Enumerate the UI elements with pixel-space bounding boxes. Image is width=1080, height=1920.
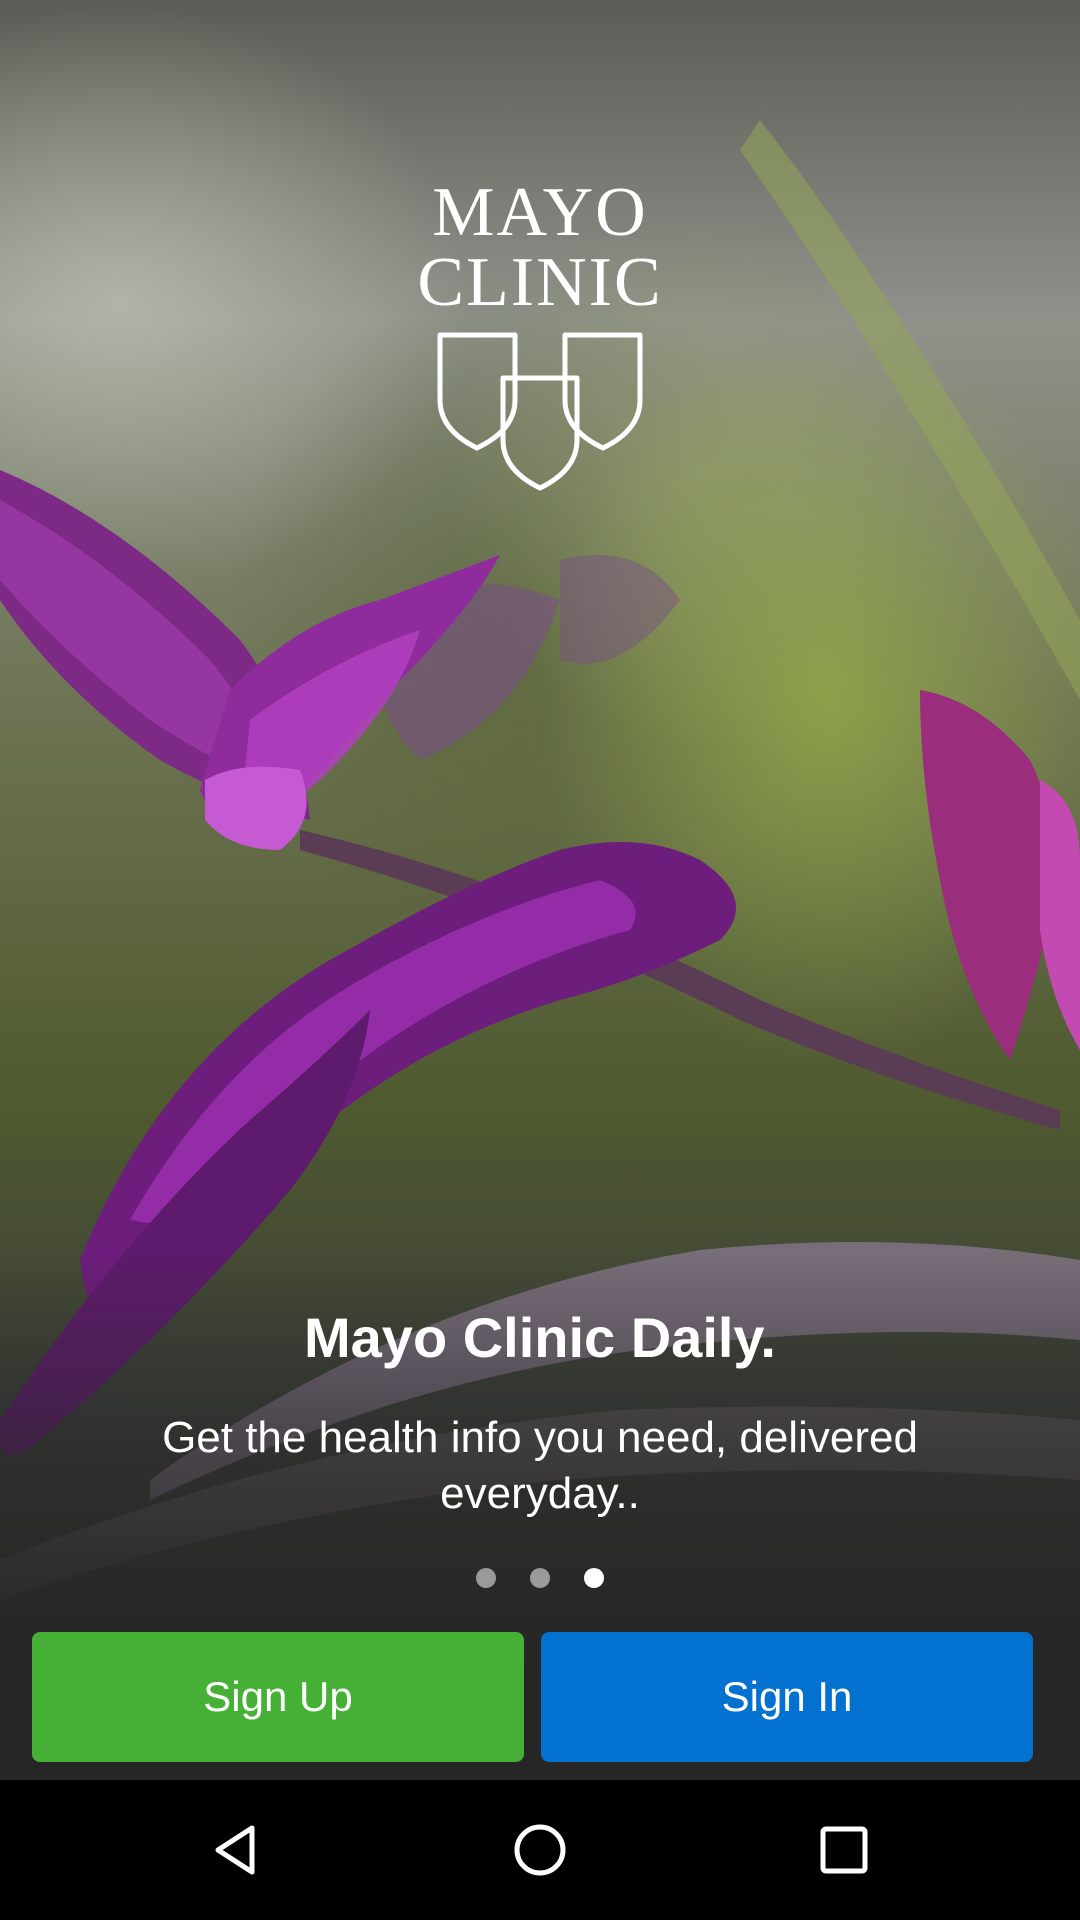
logo-wordmark-line1: MAYO [432, 174, 648, 251]
mayo-clinic-logo: MAYO CLINIC [340, 178, 740, 492]
page-indicator [0, 1568, 1080, 1588]
home-icon[interactable] [500, 1810, 580, 1890]
page-dot-2[interactable] [530, 1568, 550, 1588]
system-navigation-bar [0, 1780, 1080, 1920]
sign-up-button[interactable]: Sign Up [32, 1632, 524, 1762]
page-dot-1[interactable] [476, 1568, 496, 1588]
recents-icon[interactable] [804, 1810, 884, 1890]
page-dot-3-active[interactable] [584, 1568, 604, 1588]
sign-in-button[interactable]: Sign In [541, 1632, 1033, 1762]
onboarding-headline: Mayo Clinic Daily. [304, 1306, 776, 1369]
onboarding-subtitle: Get the health info you need, delivered … [162, 1413, 918, 1518]
back-icon[interactable] [196, 1810, 276, 1890]
logo-wordmark-line2: CLINIC [417, 244, 663, 321]
onboarding-screen: MAYO CLINIC Mayo Clinic Daily. Get the h… [0, 0, 1080, 1920]
three-shields-icon [437, 332, 643, 491]
